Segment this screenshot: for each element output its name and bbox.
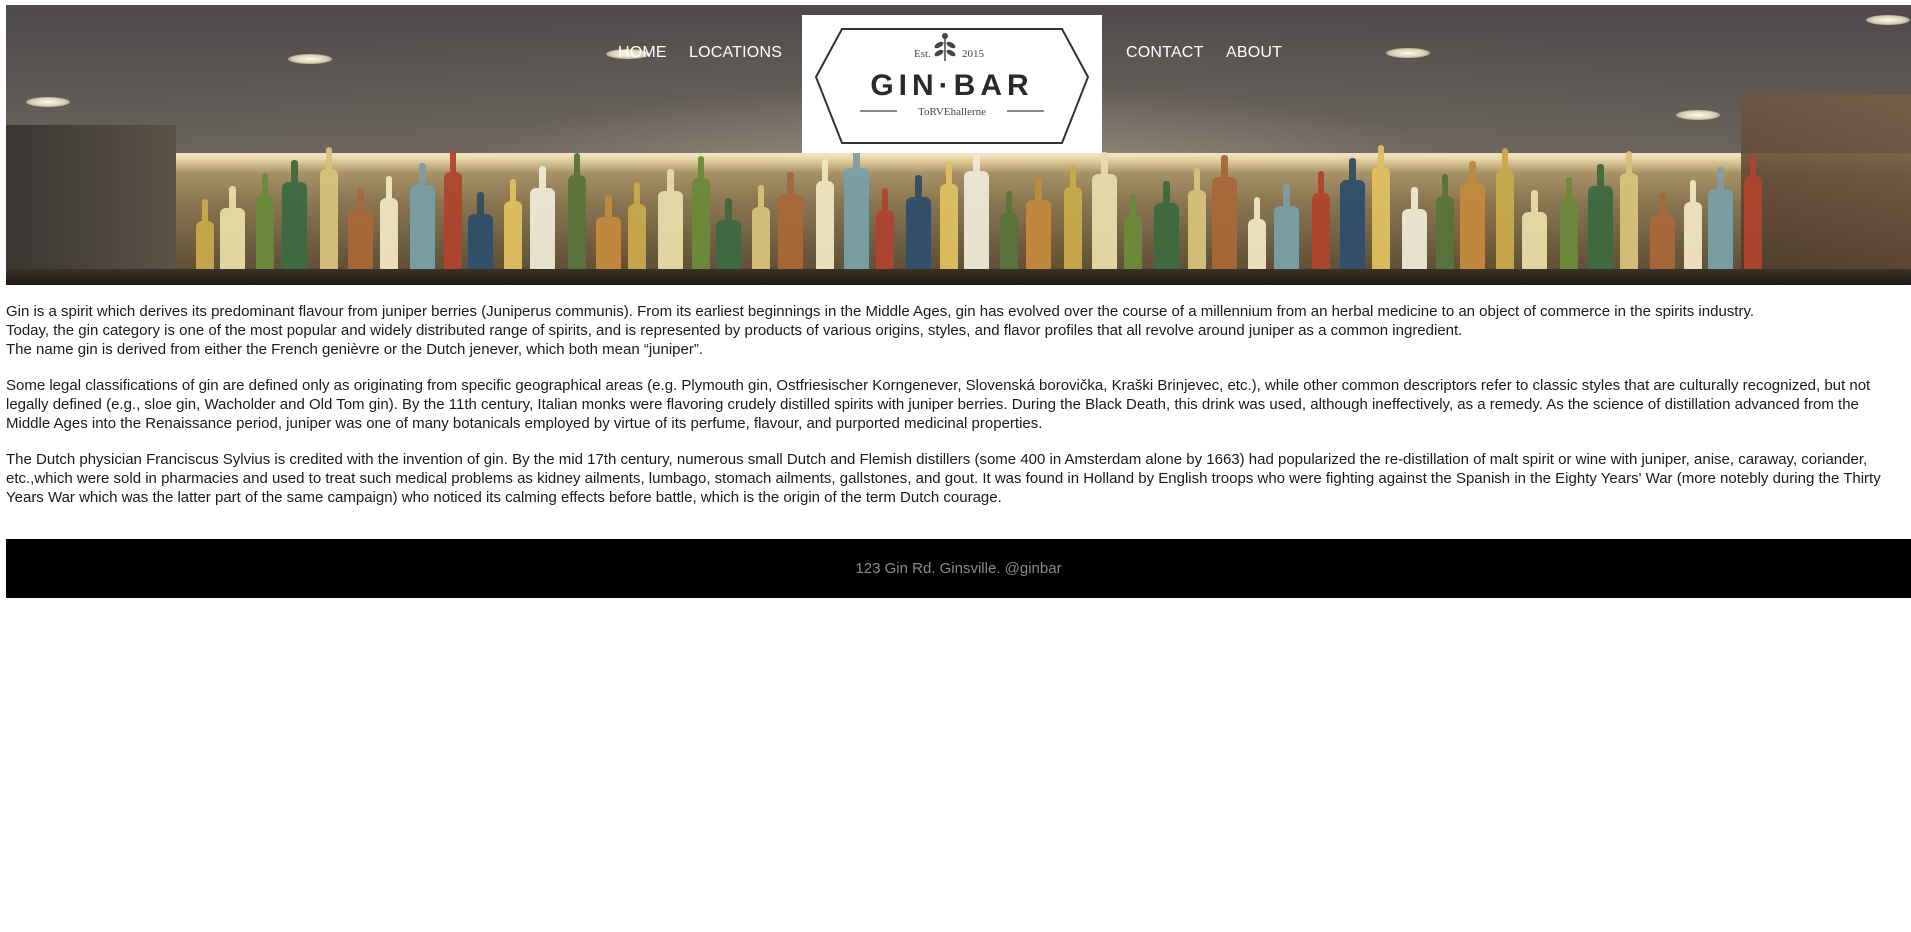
bottle	[530, 166, 555, 271]
logo-year-text: 2015	[962, 48, 985, 60]
hero-left-wall	[6, 125, 176, 285]
bottle	[906, 175, 931, 271]
bottle	[410, 163, 435, 271]
page: HOME LOCATIONS CONTACT ABOUT Est. 2015 G…	[0, 0, 1911, 932]
bottle	[1212, 155, 1237, 271]
bottle	[380, 176, 398, 271]
bottle	[1708, 167, 1733, 271]
bottle	[468, 192, 493, 271]
bottle	[778, 172, 803, 271]
bottle	[1340, 158, 1365, 271]
bottle	[1684, 180, 1702, 271]
bottle	[816, 159, 834, 271]
bottle	[282, 160, 307, 271]
hero-bottles	[196, 141, 1791, 271]
bottle	[658, 169, 683, 271]
bottle	[1064, 165, 1082, 271]
bottle	[1000, 191, 1018, 271]
nav-locations-link[interactable]: LOCATIONS	[689, 44, 782, 62]
nav-about-link[interactable]: ABOUT	[1226, 44, 1282, 62]
footer: 123 Gin Rd. Ginsville. @ginbar	[6, 539, 1911, 598]
bottle	[1026, 178, 1051, 271]
bottle	[1092, 152, 1117, 271]
nav-contact-link[interactable]: CONTACT	[1126, 44, 1204, 62]
hero-counter	[6, 269, 1911, 285]
bottle	[964, 149, 989, 271]
bottle	[504, 179, 522, 271]
ceiling-light	[288, 54, 332, 64]
logo-name-text: GIN·BAR	[870, 69, 1033, 102]
bottle	[1154, 181, 1179, 271]
paragraph-line: Today, the gin category is one of the mo…	[6, 322, 1463, 339]
logo-graphic: Est. 2015 GIN·BAR ToRVEhallerne	[814, 28, 1090, 144]
bottle	[628, 182, 646, 271]
footer-address: 123 Gin Rd. Ginsville. @ginbar	[855, 560, 1062, 577]
paragraph-classifications: Some legal classifications of gin are de…	[6, 377, 1871, 432]
bottle	[320, 147, 338, 271]
paragraph-intro: Gin is a spirit which derives its predom…	[6, 302, 1906, 359]
bottle	[568, 153, 586, 271]
paragraph-line: Gin is a spirit which derives its predom…	[6, 303, 1755, 320]
bottle	[1620, 151, 1638, 271]
bottle	[348, 189, 373, 271]
bottle	[1744, 154, 1762, 271]
bottle	[1274, 184, 1299, 271]
bottle	[940, 162, 958, 271]
gin-bar-logo[interactable]: Est. 2015 GIN·BAR ToRVEhallerne	[802, 15, 1102, 153]
bottle	[1522, 190, 1547, 271]
bottle	[1312, 171, 1330, 271]
bottle	[1560, 177, 1578, 271]
bottle	[1124, 194, 1142, 271]
bottle	[256, 173, 274, 271]
main-content: Gin is a spirit which derives its predom…	[6, 302, 1906, 524]
bottle	[1496, 148, 1514, 271]
bottle	[596, 195, 621, 271]
paragraph-history: The Dutch physician Franciscus Sylvius i…	[6, 451, 1881, 506]
bottle	[1372, 145, 1390, 271]
bottle	[1588, 164, 1613, 271]
bottle	[1402, 187, 1427, 271]
ceiling-light	[1866, 15, 1910, 25]
bottle	[752, 185, 770, 271]
bottle	[716, 198, 741, 271]
logo-tagline-text: ToRVEhallerne	[918, 106, 986, 118]
bottle	[196, 199, 214, 271]
bottle	[1188, 168, 1206, 271]
bottle	[876, 188, 894, 271]
ceiling-light	[1386, 48, 1430, 58]
juniper-sprig-icon	[934, 33, 956, 61]
bottle	[1248, 197, 1266, 271]
bottle	[692, 156, 710, 271]
bottle	[1436, 174, 1454, 271]
bottle	[1650, 193, 1675, 271]
logo-est-text: Est.	[914, 48, 931, 60]
bottle	[1460, 161, 1485, 271]
paragraph-line: The name gin is derived from either the …	[6, 341, 704, 358]
ceiling-light	[26, 97, 70, 107]
bottle	[844, 146, 869, 271]
bottle	[444, 150, 462, 271]
ceiling-light	[1676, 110, 1720, 120]
nav-home-link[interactable]: HOME	[618, 44, 667, 62]
bottle	[220, 186, 245, 271]
